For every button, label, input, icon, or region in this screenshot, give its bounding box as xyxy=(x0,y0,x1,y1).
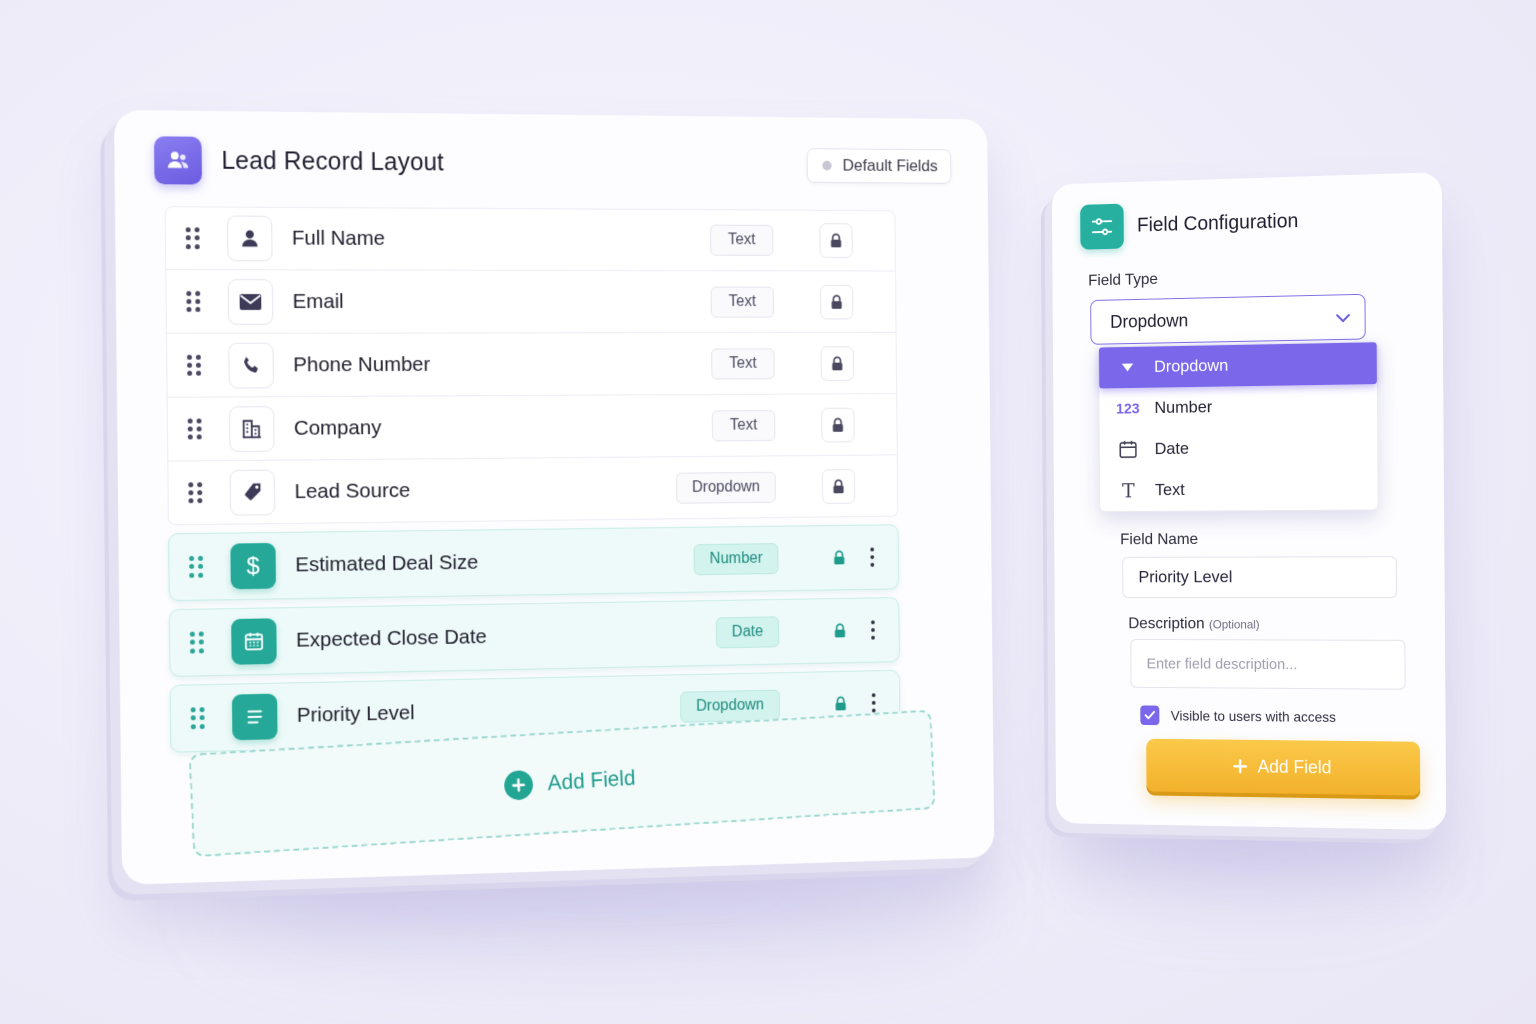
field-list: Full Name Text Email Text Phone Number T… xyxy=(164,206,901,753)
users-icon xyxy=(154,136,203,185)
menu-item-label: Number xyxy=(1154,397,1213,417)
menu-item-date[interactable]: Date xyxy=(1100,426,1378,470)
field-row-lead-source[interactable]: Lead Source Dropdown xyxy=(167,455,899,526)
add-field-label: Add Field xyxy=(547,765,636,796)
field-row-estimated-deal-size[interactable]: $ Estimated Deal Size Number xyxy=(168,524,900,602)
field-label: Priority Level xyxy=(296,701,415,727)
field-row-email[interactable]: Email Text xyxy=(165,270,897,334)
building-icon xyxy=(228,405,275,452)
drag-handle-icon[interactable] xyxy=(189,631,204,654)
chevron-down-icon xyxy=(1335,307,1351,328)
lead-record-layout-panel: Lead Record Layout Default Fields Full N… xyxy=(113,109,995,885)
plus-circle-icon xyxy=(503,769,534,801)
drag-handle-icon[interactable] xyxy=(186,354,202,376)
field-row-expected-close-date[interactable]: Expected Close Date Date xyxy=(168,596,900,677)
drag-handle-icon[interactable] xyxy=(189,555,204,578)
default-fields-toggle[interactable]: Default Fields xyxy=(806,148,952,184)
field-type-badge: Number xyxy=(693,543,779,576)
field-label: Email xyxy=(292,289,344,313)
field-type-badge: Dropdown xyxy=(676,471,776,504)
calendar-icon xyxy=(1117,439,1140,461)
field-type-badge: Text xyxy=(711,409,776,441)
description-input[interactable] xyxy=(1130,638,1406,690)
sliders-icon xyxy=(1080,203,1124,250)
number-icon: 123 xyxy=(1115,400,1140,417)
layout-title: Lead Record Layout xyxy=(221,146,445,176)
lock-icon[interactable] xyxy=(823,613,856,648)
field-label: Phone Number xyxy=(293,352,431,376)
field-label: Estimated Deal Size xyxy=(295,551,479,577)
drag-handle-icon[interactable] xyxy=(190,707,205,729)
dollar-icon: $ xyxy=(230,542,276,590)
field-type-select[interactable]: Dropdown xyxy=(1090,293,1366,345)
visibility-checkbox[interactable] xyxy=(1140,705,1160,726)
envelope-icon xyxy=(227,278,274,325)
visibility-row: Visible to users with access xyxy=(1140,705,1336,727)
lock-icon[interactable] xyxy=(820,345,854,381)
menu-item-text[interactable]: T Text xyxy=(1100,468,1378,512)
text-icon: T xyxy=(1121,478,1135,503)
menu-item-label: Text xyxy=(1154,480,1185,500)
drag-handle-icon[interactable] xyxy=(186,290,201,313)
description-field[interactable] xyxy=(1146,655,1405,674)
field-type-badge: Dropdown xyxy=(680,689,780,723)
optional-hint: (Optional) xyxy=(1208,617,1260,632)
field-name-label: Field Name xyxy=(1120,531,1199,549)
svg-text:$: $ xyxy=(247,553,260,579)
field-row-full-name[interactable]: Full Name Text xyxy=(164,206,896,272)
field-name-value: Priority Level xyxy=(1138,567,1233,587)
field-configuration-panel: Field Configuration Field Type Dropdown … xyxy=(1051,172,1447,831)
field-type-badge: Date xyxy=(715,616,780,649)
menu-item-dropdown[interactable]: Dropdown xyxy=(1099,342,1377,389)
config-title: Field Configuration xyxy=(1136,209,1299,236)
lock-icon[interactable] xyxy=(819,223,853,258)
field-label: Expected Close Date xyxy=(295,625,487,652)
field-type-label: Field Type xyxy=(1088,271,1158,290)
lock-icon[interactable] xyxy=(819,284,854,319)
drag-handle-icon[interactable] xyxy=(185,227,200,249)
calendar-icon xyxy=(231,618,277,665)
field-type-badge: Text xyxy=(711,347,775,380)
field-label: Lead Source xyxy=(294,478,411,503)
field-label: Company xyxy=(293,415,382,440)
selected-type-value: Dropdown xyxy=(1110,310,1189,332)
field-type-badge: Text xyxy=(710,286,775,318)
config-header: Field Configuration xyxy=(1080,198,1299,250)
drag-handle-icon[interactable] xyxy=(188,481,203,504)
field-type-dropdown-menu: Dropdown 123 Number Date T Text xyxy=(1098,341,1379,513)
drag-handle-icon[interactable] xyxy=(187,417,202,440)
default-fields-label: Default Fields xyxy=(842,156,938,176)
field-row-company[interactable]: Company Text xyxy=(166,394,898,462)
status-dot xyxy=(822,160,832,171)
lock-icon[interactable] xyxy=(822,540,855,575)
menu-item-label: Date xyxy=(1154,439,1190,459)
more-options-icon[interactable] xyxy=(864,616,883,643)
description-label: Description xyxy=(1128,615,1205,633)
description-label-row: Description (Optional) xyxy=(1128,615,1259,633)
person-icon xyxy=(226,215,273,262)
menu-item-number[interactable]: 123 Number xyxy=(1099,384,1377,429)
plus-icon xyxy=(1232,758,1248,774)
more-options-icon[interactable] xyxy=(863,544,882,571)
list-icon xyxy=(231,693,278,741)
layout-header: Lead Record Layout Default Fields xyxy=(154,136,952,189)
field-type-badge: Text xyxy=(709,224,774,256)
field-name-input[interactable]: Priority Level xyxy=(1122,556,1398,598)
field-row-phone-number[interactable]: Phone Number Text xyxy=(165,332,898,398)
caret-down-icon xyxy=(1116,362,1139,372)
lock-icon[interactable] xyxy=(821,468,856,504)
tag-icon xyxy=(229,469,276,516)
visibility-label: Visible to users with access xyxy=(1170,707,1336,725)
add-field-button[interactable]: Add Field xyxy=(1146,738,1421,796)
add-field-button-label: Add Field xyxy=(1257,756,1332,777)
lock-icon[interactable] xyxy=(821,407,855,443)
field-label: Full Name xyxy=(291,226,386,250)
phone-icon xyxy=(228,342,274,388)
menu-item-label: Dropdown xyxy=(1154,355,1229,376)
